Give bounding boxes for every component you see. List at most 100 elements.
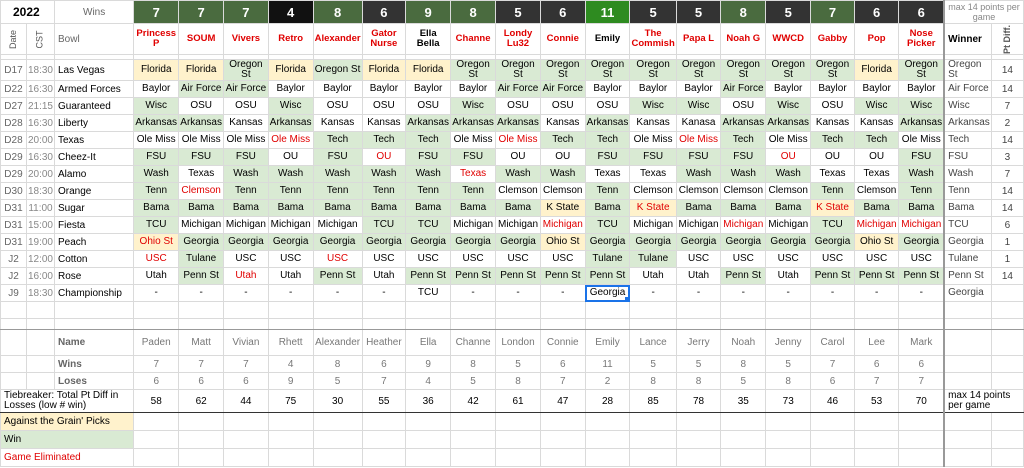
pick-cell[interactable]: USC <box>361 250 407 268</box>
empty-cell[interactable] <box>267 301 314 319</box>
empty-cell[interactable] <box>629 301 677 319</box>
pick-cell[interactable]: Tenn <box>133 182 180 200</box>
summary-wins-value[interactable]: 8 <box>450 355 497 373</box>
game-date[interactable]: D28 <box>0 114 27 132</box>
summary-player-name[interactable]: Lance <box>629 329 677 356</box>
winner-cell[interactable]: Bama <box>943 199 992 217</box>
empty-cell[interactable] <box>405 318 452 330</box>
pick-cell[interactable]: Ole Miss <box>133 131 180 149</box>
winner-cell[interactable]: Penn St <box>943 267 992 285</box>
winner-cell[interactable]: Tenn <box>943 182 992 200</box>
game-time[interactable]: 11:00 <box>25 199 55 217</box>
summary-wins-value[interactable]: 8 <box>720 355 767 373</box>
pick-cell[interactable]: Georgia <box>178 233 225 251</box>
wins-total-cell[interactable]: 7 <box>133 0 180 24</box>
pick-cell[interactable]: FSU <box>405 148 452 166</box>
empty-cell[interactable] <box>223 448 269 467</box>
pick-cell[interactable]: Bama <box>133 199 180 217</box>
empty-cell[interactable] <box>810 412 855 431</box>
game-time[interactable]: 19:00 <box>25 233 55 251</box>
tiebreaker-value[interactable]: 75 <box>267 389 314 413</box>
empty-cell[interactable] <box>312 301 363 319</box>
wins-total-cell[interactable]: 7 <box>810 0 855 24</box>
pick-cell[interactable]: TCU <box>361 216 407 234</box>
legend-win[interactable]: Win <box>0 430 135 449</box>
game-date[interactable]: D31 <box>0 216 27 234</box>
pick-cell[interactable]: Michigan <box>223 216 269 234</box>
empty-cell[interactable] <box>990 430 1024 449</box>
pick-cell[interactable]: Ole Miss <box>898 131 945 149</box>
player-name-header[interactable]: Alexander <box>312 23 363 55</box>
tiebreaker-value[interactable]: 73 <box>765 389 812 413</box>
pick-cell[interactable]: OSU <box>223 97 269 115</box>
year-cell[interactable]: 2022 <box>0 0 55 24</box>
pick-cell[interactable]: Penn St <box>450 267 497 285</box>
pick-cell[interactable]: OSU <box>312 97 363 115</box>
pick-cell[interactable]: Kansas <box>853 114 900 132</box>
empty-cell[interactable] <box>405 430 452 449</box>
pt-diff-cell[interactable]: 7 <box>990 97 1024 115</box>
empty-cell[interactable] <box>495 301 541 319</box>
pick-cell[interactable]: OSU <box>810 97 855 115</box>
pick-cell[interactable]: Oregon St <box>898 59 945 81</box>
wins-total-cell[interactable]: 6 <box>361 0 407 24</box>
pick-cell[interactable]: Tenn <box>267 182 314 200</box>
tiebreaker-value[interactable]: 70 <box>898 389 945 413</box>
summary-losses-value[interactable]: 8 <box>765 372 812 390</box>
empty-cell[interactable] <box>943 448 992 467</box>
summary-wins-value[interactable]: 6 <box>361 355 407 373</box>
summary-losses-value[interactable]: 6 <box>810 372 855 390</box>
pick-cell[interactable]: Tech <box>584 131 631 149</box>
empty-cell[interactable] <box>133 301 180 319</box>
empty-cell[interactable] <box>539 430 586 449</box>
game-time[interactable]: 18:30 <box>25 284 55 302</box>
summary-wins-value[interactable]: 5 <box>675 355 722 373</box>
pick-cell[interactable]: Bama <box>495 199 541 217</box>
summary-player-name[interactable]: Connie <box>539 329 586 356</box>
pick-cell[interactable]: Michigan <box>720 216 767 234</box>
empty-cell[interactable] <box>584 448 631 467</box>
bowl-name[interactable]: Orange <box>53 182 135 200</box>
empty-cell[interactable] <box>361 448 407 467</box>
pick-cell[interactable]: Ohio St <box>853 233 900 251</box>
summary-losses-value[interactable]: 6 <box>223 372 269 390</box>
pick-cell[interactable]: OU <box>810 148 855 166</box>
summary-wins-value[interactable]: 6 <box>853 355 900 373</box>
empty-cell[interactable] <box>898 301 945 319</box>
tiebreaker-value[interactable]: 47 <box>539 389 586 413</box>
tiebreaker-value[interactable]: 61 <box>495 389 541 413</box>
empty-cell[interactable] <box>720 430 767 449</box>
pick-cell[interactable]: - <box>898 284 945 302</box>
empty-cell[interactable] <box>53 318 135 330</box>
summary-losses-value[interactable]: 7 <box>361 372 407 390</box>
pick-cell[interactable]: USC <box>133 250 180 268</box>
summary-losses-value[interactable]: 5 <box>450 372 497 390</box>
summary-player-name[interactable]: Emily <box>584 329 631 356</box>
pick-cell[interactable]: Bama <box>267 199 314 217</box>
empty-cell[interactable] <box>0 372 27 390</box>
empty-cell[interactable] <box>629 448 677 467</box>
pick-cell[interactable]: Kansas <box>223 114 269 132</box>
pick-cell[interactable]: Michigan <box>312 216 363 234</box>
pick-cell[interactable]: TCU <box>584 216 631 234</box>
pick-cell[interactable]: TCU <box>810 216 855 234</box>
empty-cell[interactable] <box>675 301 722 319</box>
empty-cell[interactable] <box>990 329 1024 356</box>
pick-cell[interactable]: Arkansas <box>267 114 314 132</box>
player-name-header[interactable]: Retro <box>267 23 314 55</box>
pick-cell[interactable]: Bama <box>178 199 225 217</box>
empty-cell[interactable] <box>0 355 27 373</box>
pick-cell[interactable]: Wisc <box>133 97 180 115</box>
bowl-name[interactable]: Fiesta <box>53 216 135 234</box>
player-name-header[interactable]: Papa L <box>675 23 722 55</box>
pick-cell[interactable]: USC <box>267 250 314 268</box>
wins-total-cell[interactable]: 8 <box>450 0 497 24</box>
player-name-header[interactable]: SOUM <box>178 23 225 55</box>
pick-cell[interactable]: USC <box>675 250 722 268</box>
pick-cell[interactable]: Florida <box>405 59 452 81</box>
pick-cell[interactable]: Wash <box>312 165 363 183</box>
summary-player-name[interactable]: Rhett <box>267 329 314 356</box>
pick-cell[interactable]: Tenn <box>312 182 363 200</box>
summary-wins-value[interactable]: 7 <box>178 355 225 373</box>
empty-cell[interactable] <box>720 448 767 467</box>
